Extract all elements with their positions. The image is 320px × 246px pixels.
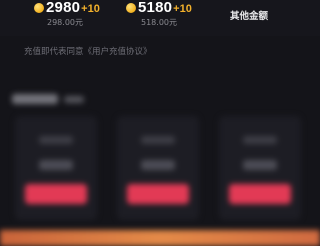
blurred-package-card[interactable] [117,116,199,220]
blurred-card-text [39,160,73,170]
coin-price: 298.00元 [47,18,83,27]
blurred-card-text [243,160,277,170]
blurred-buy-button[interactable] [127,184,189,204]
blurred-section-title [12,94,58,104]
coin-bonus: +10 [81,3,100,15]
blurred-buy-button[interactable] [25,184,87,204]
blurred-content-area [0,80,320,246]
blurred-card-text [39,136,73,144]
blurred-card-text [141,160,175,170]
coin-bonus: +10 [173,3,192,15]
blurred-buy-button[interactable] [229,184,291,204]
blurred-section-subtitle [64,96,84,103]
gold-coin-icon [34,3,44,13]
recharge-option-5180[interactable]: 5180 +10 518.00元 [126,0,216,34]
other-amount-button[interactable]: 其他金额 [230,8,268,22]
coin-price: 518.00元 [141,18,177,27]
blurred-bottom-banner[interactable] [0,230,320,246]
blurred-package-card[interactable] [15,116,97,220]
blurred-card-text [141,136,175,144]
recharge-option-2980[interactable]: 2980 +10 298.00元 [34,0,124,34]
blurred-package-card[interactable] [219,116,301,220]
coin-amount-line: 2980 +10 [34,0,100,16]
gold-coin-icon [126,3,136,13]
coin-amount-line: 5180 +10 [126,0,192,16]
blurred-card-text [243,136,277,144]
coin-amount: 2980 [46,0,81,16]
coin-amount: 5180 [138,0,173,16]
recharge-agreement-link[interactable]: 充值即代表同意《用户充值协议》 [24,45,152,57]
